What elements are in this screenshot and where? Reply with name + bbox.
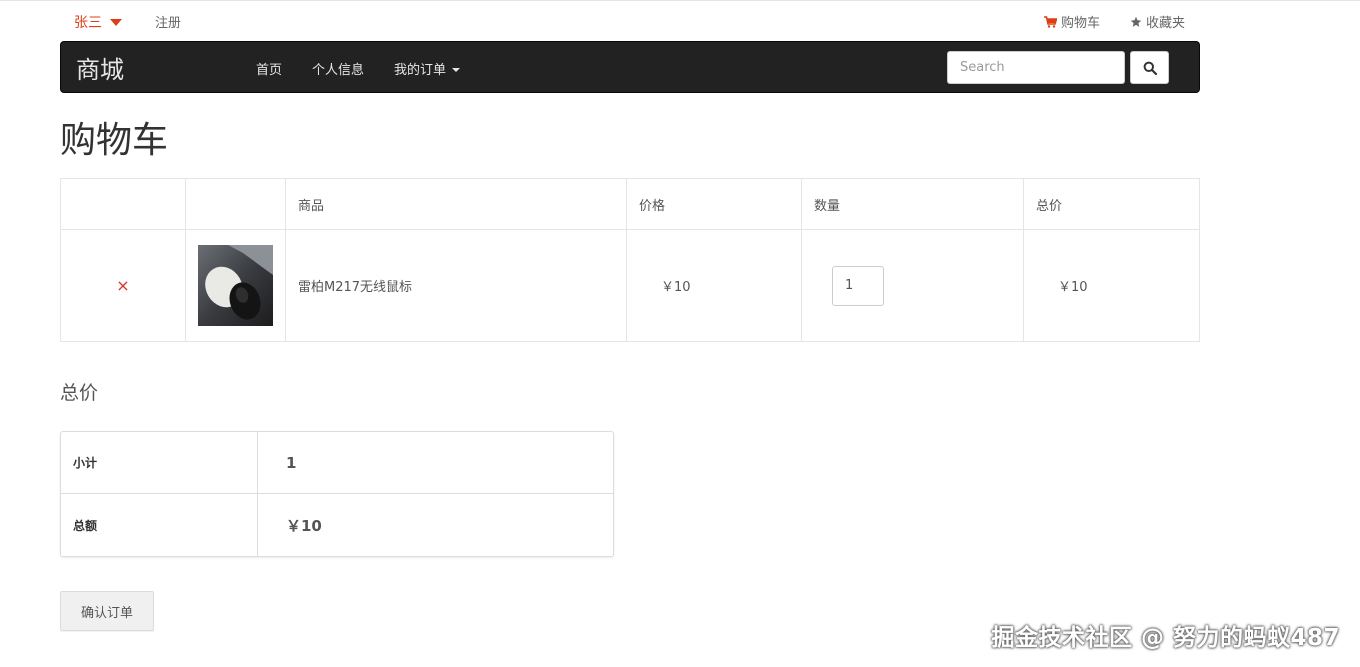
watermark: 掘金技术社区 @ 努力的蚂蚁487 (991, 625, 1340, 651)
top-bar: 张三 注册 购物车 收藏夹 (60, 1, 1200, 41)
total-value: ￥10 (286, 516, 322, 535)
totals-title: 总价 (60, 382, 99, 404)
quantity-input[interactable] (832, 265, 884, 306)
product-name[interactable]: 雷柏M217无线鼠标 (285, 229, 627, 342)
nav-item-orders[interactable]: 我的订单 (394, 59, 461, 78)
product-price: ￥10 (626, 229, 802, 342)
shopping-cart-icon (1044, 15, 1057, 28)
confirm-order-button[interactable]: 确认订单 (60, 591, 154, 631)
nav-item-home[interactable]: 首页 (256, 59, 282, 78)
search-button[interactable] (1130, 51, 1169, 84)
header-total: 总价 (1023, 178, 1200, 230)
header-price: 价格 (626, 178, 802, 230)
page-title: 购物车 (60, 120, 169, 161)
header-thumbnail (185, 178, 286, 230)
table-row: 总额 ￥10 (61, 494, 613, 556)
cart-link[interactable]: 购物车 (1044, 12, 1100, 31)
product-image[interactable] (198, 245, 273, 326)
caret-down-icon (110, 18, 122, 26)
favorites-link[interactable]: 收藏夹 (1130, 12, 1185, 31)
total-label: 总额 (61, 494, 258, 556)
main-navbar: 商城 首页 个人信息 我的订单 (60, 41, 1200, 93)
subtotal-value: 1 (258, 432, 613, 494)
header-product: 商品 (285, 178, 627, 230)
nav-item-orders-label: 我的订单 (394, 63, 447, 78)
remove-item-button[interactable]: × (73, 276, 173, 295)
nav-item-profile[interactable]: 个人信息 (312, 59, 364, 78)
register-link[interactable]: 注册 (155, 12, 181, 31)
header-quantity: 数量 (801, 178, 1024, 230)
header-remove (60, 178, 186, 230)
cart-link-label: 购物车 (1061, 16, 1101, 31)
brand-logo[interactable]: 商城 (76, 50, 124, 85)
user-name: 张三 (74, 15, 102, 31)
table-row: × 雷柏M217无线鼠标 ￥10 1 ￥10 (60, 229, 1200, 342)
quantity-cell (801, 229, 1024, 342)
subtotal-label: 小计 (61, 432, 258, 494)
table-row: 小计 1 (61, 432, 613, 494)
search-input[interactable] (947, 51, 1125, 84)
favorites-link-label: 收藏夹 (1146, 16, 1186, 31)
caret-down-icon (452, 67, 461, 72)
thumbnail-cell (185, 229, 286, 342)
cart-table: 商品 价格 数量 总价 × 雷柏M217无线鼠标 ￥10 1 ￥10 (60, 178, 1200, 342)
cart-header-row: 商品 价格 数量 总价 (60, 178, 1200, 230)
remove-cell: × (60, 229, 186, 342)
user-menu[interactable]: 张三 (74, 12, 122, 32)
product-total: ￥10 (1023, 229, 1200, 342)
star-icon (1130, 16, 1142, 27)
search-icon (1143, 61, 1157, 75)
totals-table: 小计 1 总额 ￥10 (60, 431, 614, 557)
